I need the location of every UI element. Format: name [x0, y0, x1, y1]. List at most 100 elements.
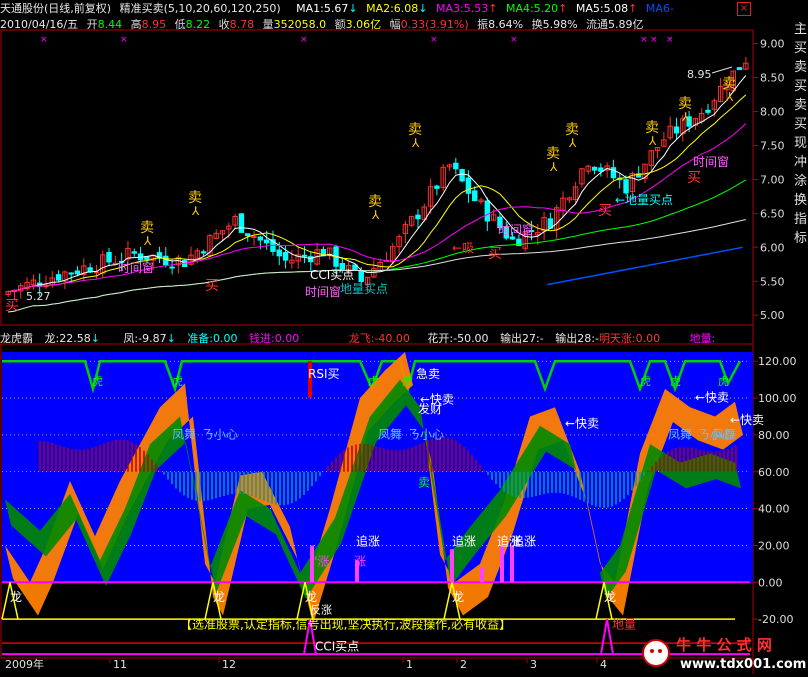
sell-arrow-icon: ⅄: [411, 136, 420, 150]
side-glyph: 买: [793, 117, 807, 132]
float-label: 流通: [586, 18, 609, 31]
sell-arrow-icon: ⅄: [725, 90, 734, 104]
chase-bar: [450, 549, 454, 583]
turn-label: 换: [531, 18, 543, 31]
candle-body: [308, 256, 314, 263]
time-window-label: 时间窗: [693, 155, 729, 169]
buy-signal: 买: [687, 170, 701, 186]
time-window-label: 时间窗: [118, 261, 154, 275]
chase-bar: [480, 567, 484, 583]
candle-body: [610, 167, 617, 179]
buy-signal: 买: [5, 298, 19, 314]
time-axis-label: 2: [460, 658, 467, 671]
ind-zhunbei: 准备:0.00: [187, 332, 238, 345]
top-marker: ×: [640, 35, 648, 45]
time-window-label: 时间窗: [498, 223, 534, 237]
tiger-label: 虎: [718, 375, 729, 388]
candle-body: [598, 167, 604, 172]
dragon-label: 龙: [10, 590, 22, 604]
side-glyph: 涂: [793, 174, 807, 189]
sell-arrow-icon: ⅄: [191, 204, 200, 218]
sell-arrow-icon: ⅄: [549, 160, 558, 174]
urgent-sell-label: 急卖: [416, 366, 440, 381]
close-value: 8.78: [229, 18, 255, 31]
volume-buy-label: ←地量买点: [615, 193, 673, 207]
ind-shuchu27: 输出27:-: [500, 332, 544, 345]
side-glyph: 买: [793, 41, 807, 56]
stock-name: 天通股份(日线,前复权): [0, 2, 112, 15]
turn-value: 5.98%: [542, 18, 578, 31]
ma4-label: MA4:5.20: [505, 2, 559, 15]
tiger-label: 虎: [92, 375, 103, 388]
top-marker: ×: [650, 35, 658, 45]
rise-label: 涨: [354, 554, 366, 569]
amt-label: 额: [334, 18, 346, 31]
close-label: 收: [218, 18, 230, 31]
ind-axis-label: 120.00: [758, 355, 797, 368]
candle-body: [358, 270, 364, 283]
candle-body: [459, 169, 465, 182]
float-value: 5.89亿: [608, 18, 644, 31]
slogan-banner: 【选准股票,认定指标,信号出现,坚决执行,波段操作,必有收益】: [180, 616, 511, 631]
vol-label: 量: [262, 18, 274, 31]
sell-arrow-icon: ⅄: [568, 136, 577, 150]
candle-body: [263, 239, 270, 244]
low-volume-label: 地量: [612, 617, 636, 631]
price-axis-label: 6.00: [760, 241, 785, 254]
side-glyph: 指: [793, 212, 807, 227]
candle-body: [68, 272, 74, 275]
volume-buy-label: 地量买点: [340, 282, 388, 296]
sell-arrow-icon: ⅄: [371, 208, 380, 222]
chg-label: 幅: [389, 18, 401, 31]
time-axis-label: 11: [113, 658, 127, 671]
price-axis-label: 7.50: [760, 139, 785, 152]
sell-arrow-icon: ⅄: [681, 110, 690, 124]
rebound-label: 反涨: [310, 604, 332, 617]
chase-bar: [510, 545, 514, 583]
side-glyph: 换: [793, 193, 807, 208]
vol-value: 352058.0: [273, 18, 327, 31]
candle-body: [673, 126, 680, 134]
ma1-label: MA1:5.67: [296, 2, 349, 15]
ma6-label: MA6: [645, 2, 670, 15]
high-value: 8.95: [141, 18, 167, 31]
ma5-label: MA5:5.08: [575, 2, 629, 15]
tiger-label: 虎: [640, 375, 651, 388]
side-glyph: 卖: [793, 98, 807, 113]
amp-label: 振: [477, 18, 489, 31]
candle-body: [251, 235, 257, 238]
tiger-label: 虎: [172, 375, 183, 388]
ma250-line: [547, 246, 743, 286]
candle-body: [736, 67, 743, 71]
candle-body: [200, 251, 207, 254]
ind-axis-label: 20.00: [758, 539, 790, 552]
watermark-logo: 牛 牛 公 式 网 www.tdx001.com: [640, 632, 808, 674]
ind-qianjin: 钱进:0.00: [249, 332, 300, 345]
chase-rise-label: 追涨: [356, 533, 380, 548]
candle-body: [415, 214, 421, 220]
buy-signal: 买: [598, 203, 612, 219]
time-axis-label: 12: [222, 658, 236, 671]
open-value: 8.44: [97, 18, 123, 31]
candle-body: [257, 236, 264, 241]
indicator-plot: [1, 352, 753, 656]
close-button[interactable]: ×: [737, 2, 751, 16]
high-pointer: [711, 66, 733, 74]
side-glyph: 标: [793, 231, 807, 246]
info-bar: 2010/04/16/五 开8.44 高8.95 低8.22 收8.78 量35…: [0, 16, 649, 32]
dragon-label: 龙: [604, 590, 616, 604]
price-axis-label: 5.00: [760, 309, 785, 322]
high-price-mark: 8.95: [687, 68, 712, 81]
top-marker: ×: [300, 35, 308, 45]
candle-body: [301, 254, 308, 257]
low-value: 8.22: [185, 18, 211, 31]
candle-body: [245, 233, 251, 237]
ma2-label: MA2:6.08: [366, 2, 419, 15]
candle-body: [106, 252, 112, 263]
side-glyph: 现: [793, 136, 807, 151]
ind-axis-label: 80.00: [758, 429, 790, 442]
indicator-name: 精准买卖(5,10,20,60,120,250): [119, 2, 281, 15]
ind-feng-arrow: ↓: [166, 332, 176, 345]
candle-body: [434, 185, 440, 189]
dragon-label: 龙: [305, 590, 317, 604]
